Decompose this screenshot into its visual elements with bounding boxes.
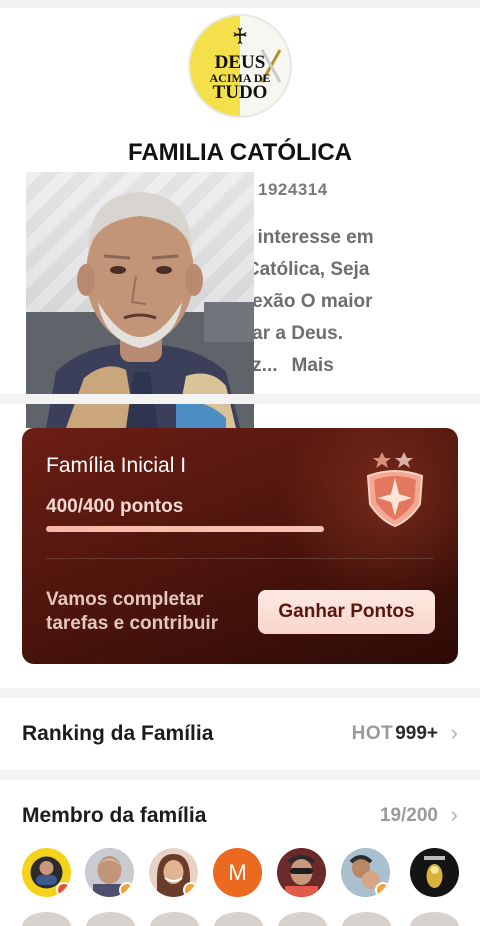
person-video-image [26, 192, 254, 428]
avatar[interactable] [22, 912, 71, 926]
logo-text-3: TUDO [212, 82, 268, 103]
family-id: 1924314 [258, 180, 328, 199]
member-avatar-image [410, 848, 459, 897]
description-line: eflexão O maior [230, 291, 373, 312]
family-members-row[interactable]: Membro da família 19/200 › [0, 780, 480, 852]
more-link[interactable]: Mais [292, 355, 334, 376]
hot-value: 999+ [395, 723, 438, 744]
ranking-label: Ranking da Família [22, 722, 214, 745]
family-level-card[interactable]: Família Inicial I 400/400 pontos Vamos c… [22, 428, 458, 664]
top-strip [0, 0, 480, 8]
avatar[interactable] [278, 912, 327, 926]
avatar[interactable] [342, 912, 391, 926]
family-logo: ♰ DEUS ACIMA DE TUDO [190, 16, 290, 116]
papal-tiara-icon: ♰ [231, 24, 249, 49]
level-points: 400/400 pontos [46, 496, 184, 517]
avatar[interactable] [86, 912, 135, 926]
chevron-right-icon: › [450, 720, 458, 745]
avatar[interactable] [85, 848, 134, 897]
section-divider [0, 770, 480, 780]
avatar[interactable]: M [213, 848, 262, 897]
hot-label: HOT [351, 723, 394, 744]
shield-star-icon [366, 452, 424, 528]
member-avatars: M [22, 848, 462, 898]
avatar[interactable] [277, 848, 326, 897]
section-divider [0, 394, 480, 404]
description-last-line: dez...Mais [230, 350, 470, 382]
level-name: Família Inicial I [46, 454, 187, 477]
level-progress-fill [46, 526, 324, 532]
avatar[interactable] [150, 912, 199, 926]
avatar[interactable] [214, 912, 263, 926]
family-title: FAMILIA CATÓLICA [128, 139, 352, 166]
admin-badge-icon [183, 882, 198, 897]
description-line: eu interesse em [230, 227, 374, 248]
member-avatar-image [277, 848, 326, 897]
members-label: Membro da família [22, 804, 207, 827]
admin-badge-icon [375, 882, 390, 897]
avatar[interactable] [22, 848, 71, 897]
earn-points-button[interactable]: Ganhar Pontos [258, 590, 435, 634]
family-description: eu interesse em a Católica, Seja eflexão… [230, 222, 470, 382]
family-ranking-row[interactable]: Ranking da Família HOT 999+ › [0, 698, 480, 770]
avatar[interactable] [341, 848, 390, 897]
card-separator [46, 558, 434, 559]
owner-badge-icon [56, 882, 71, 897]
avatar[interactable] [149, 848, 198, 897]
description-line: ficar a Deus. [230, 323, 343, 344]
members-count: 19/200 [379, 805, 438, 826]
level-progress-bar [46, 526, 324, 532]
avatar[interactable] [410, 848, 459, 897]
task-description: Vamos completar tarefas e contribuir [46, 589, 219, 634]
section-divider [0, 688, 480, 698]
avatar[interactable] [410, 912, 459, 926]
ranking-value: HOT 999+ [352, 723, 438, 745]
chevron-right-icon: › [450, 802, 458, 827]
description-line: a Católica, Seja [230, 259, 370, 280]
video-call-overlay[interactable] [26, 172, 254, 428]
admin-badge-icon [119, 882, 134, 897]
